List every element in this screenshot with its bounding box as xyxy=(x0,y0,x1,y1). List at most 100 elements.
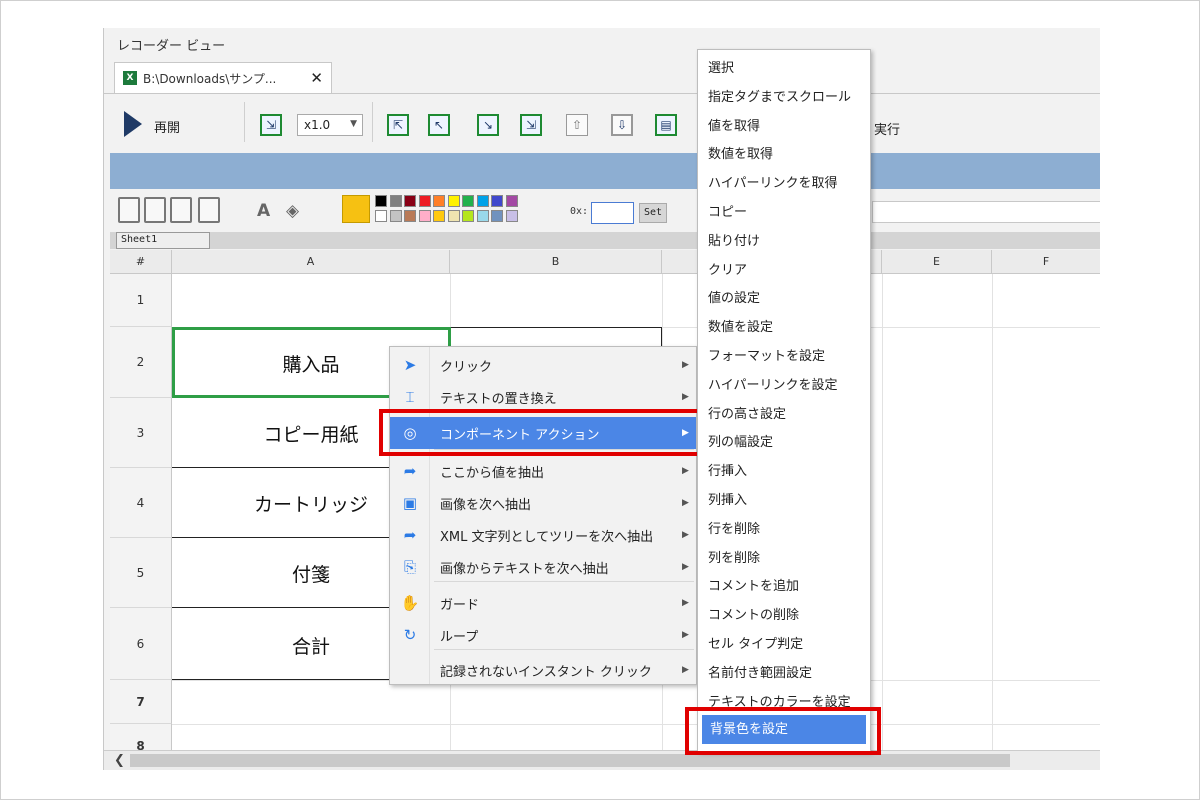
submenu-item[interactable]: 数値を取得 xyxy=(698,140,870,169)
color-swatch[interactable] xyxy=(476,195,489,207)
color-swatch[interactable] xyxy=(462,195,474,207)
submenu-item[interactable]: 名前付き範囲設定 xyxy=(698,659,870,688)
font-color-icon[interactable]: A xyxy=(257,201,270,221)
paste-icon[interactable] xyxy=(198,197,220,223)
submenu-item[interactable]: ハイパーリンクを設定 xyxy=(698,371,870,400)
color-swatch[interactable] xyxy=(476,210,489,222)
color-swatch[interactable] xyxy=(433,210,445,222)
arrow-up-icon[interactable]: ⇧ xyxy=(566,114,588,136)
hex-input[interactable] xyxy=(591,202,634,224)
grid-line xyxy=(172,724,1100,725)
row-header-6[interactable]: 6 xyxy=(110,608,172,680)
loop-icon: ↻ xyxy=(403,626,417,644)
chevron-right-icon: ▶ xyxy=(682,466,689,476)
column-header-a[interactable]: A xyxy=(172,250,450,274)
submenu-item[interactable]: コピー xyxy=(698,198,870,227)
color-swatch[interactable] xyxy=(447,210,460,222)
annotation-highlight-box xyxy=(379,409,709,456)
sheet-tab[interactable]: Sheet1 xyxy=(116,232,210,249)
save-icon[interactable] xyxy=(118,197,140,223)
record-target-icon[interactable]: ⇲ xyxy=(260,114,282,136)
submenu-item[interactable]: コメントの削除 xyxy=(698,601,870,630)
document-tab[interactable]: X B:\Downloads\サンプ... ✕ xyxy=(114,62,332,93)
set-button[interactable]: Set xyxy=(639,203,667,223)
submenu-item[interactable]: 貼り付け xyxy=(698,227,870,256)
scroll-thumb[interactable] xyxy=(130,754,1010,767)
color-swatch[interactable] xyxy=(418,210,431,222)
resume-button[interactable]: 再開 xyxy=(154,117,180,136)
color-swatch[interactable] xyxy=(491,210,503,222)
submenu-item[interactable]: クリア xyxy=(698,256,870,285)
submenu-item[interactable]: 値の設定 xyxy=(698,284,870,313)
submenu-item[interactable]: 行挿入 xyxy=(698,457,870,486)
context-menu-item-label: テキストの置き換え xyxy=(440,391,557,407)
context-menu-item[interactable]: ➦ XML 文字列としてツリーを次へ抽出 ▶ xyxy=(390,519,696,551)
context-menu-item[interactable]: ✋ ガード ▶ xyxy=(390,587,696,619)
submenu-item[interactable]: セル タイプ判定 xyxy=(698,630,870,659)
play-icon[interactable] xyxy=(124,111,142,137)
color-swatch[interactable] xyxy=(505,210,518,222)
context-menu-item-label: XML 文字列としてツリーを次へ抽出 xyxy=(440,529,654,545)
move-top-left-icon[interactable]: ⇱ xyxy=(387,114,409,136)
submenu-item[interactable]: 数値を設定 xyxy=(698,313,870,342)
formula-field[interactable] xyxy=(872,201,1100,223)
submenu-item[interactable]: フォーマットを設定 xyxy=(698,342,870,371)
color-swatch[interactable] xyxy=(491,195,503,207)
submenu-item[interactable]: 列を削除 xyxy=(698,544,870,573)
color-swatch[interactable] xyxy=(505,195,518,207)
speed-value: x1.0 xyxy=(304,118,331,132)
speed-select[interactable]: x1.0 ▼ xyxy=(297,114,363,136)
selected-color-swatch[interactable] xyxy=(342,195,370,223)
move-up-left-icon[interactable]: ↖ xyxy=(428,114,450,136)
scroll-left-icon[interactable]: ❮ xyxy=(114,753,125,768)
context-menu-item-label: ループ xyxy=(440,629,479,645)
context-menu-item[interactable]: ➦ ここから値を抽出 ▶ xyxy=(390,455,696,487)
run-label[interactable]: 実行 xyxy=(874,119,900,138)
context-menu-item[interactable]: ⎘ 画像からテキストを次へ抽出 ▶ xyxy=(390,551,696,583)
submenu-item[interactable]: 値を取得 xyxy=(698,112,870,141)
context-menu-item-label: ここから値を抽出 xyxy=(440,465,545,481)
save-as-icon[interactable] xyxy=(144,197,166,223)
color-swatch[interactable] xyxy=(447,195,460,207)
color-swatch[interactable] xyxy=(375,195,387,207)
submenu-item[interactable]: 行の高さ設定 xyxy=(698,400,870,429)
color-swatch[interactable] xyxy=(375,210,387,222)
submenu-item[interactable]: コメントを追加 xyxy=(698,572,870,601)
context-menu-item[interactable]: ↻ ループ ▶ xyxy=(390,619,696,651)
color-swatch[interactable] xyxy=(389,195,402,207)
submenu-item[interactable]: 選択 xyxy=(698,54,870,83)
row-header-1[interactable]: 1 xyxy=(110,274,172,327)
format-bar: A ◈ 0x: Set xyxy=(104,191,1100,231)
context-menu-item[interactable]: ▣ 画像を次へ抽出 ▶ xyxy=(390,487,696,519)
context-menu-item[interactable]: 記録されないインスタント クリック ▶ xyxy=(390,654,696,686)
submenu-item[interactable]: 列の幅設定 xyxy=(698,428,870,457)
submenu-item[interactable]: 列挿入 xyxy=(698,486,870,515)
column-header-e[interactable]: E xyxy=(882,250,992,274)
row-header-4[interactable]: 4 xyxy=(110,468,172,538)
submenu-item[interactable]: 行を削除 xyxy=(698,515,870,544)
submenu-item[interactable]: 指定タグまでスクロール xyxy=(698,83,870,112)
fill-bucket-icon[interactable]: ◈ xyxy=(286,201,299,221)
row-header-7[interactable]: 7 xyxy=(110,680,172,724)
copy-icon[interactable] xyxy=(170,197,192,223)
document-icon[interactable]: ▤ xyxy=(655,114,677,136)
color-swatch[interactable] xyxy=(418,195,431,207)
move-bottom-right-icon[interactable]: ⇲ xyxy=(520,114,542,136)
horizontal-scrollbar[interactable]: ❮ xyxy=(104,750,1100,770)
column-header-f[interactable]: F xyxy=(992,250,1100,274)
color-swatch[interactable] xyxy=(404,210,416,222)
column-header-b[interactable]: B xyxy=(450,250,662,274)
color-swatch[interactable] xyxy=(433,195,445,207)
row-header-8[interactable]: 8 xyxy=(110,724,172,750)
color-swatch[interactable] xyxy=(462,210,474,222)
context-menu-item[interactable]: ➤ クリック ▶ xyxy=(390,349,696,381)
color-swatch[interactable] xyxy=(389,210,402,222)
close-icon[interactable]: ✕ xyxy=(302,69,331,87)
row-header-3[interactable]: 3 xyxy=(110,398,172,468)
submenu-item[interactable]: ハイパーリンクを取得 xyxy=(698,169,870,198)
move-down-right-icon[interactable]: ↘ xyxy=(477,114,499,136)
row-header-2[interactable]: 2 xyxy=(110,327,172,398)
color-swatch[interactable] xyxy=(404,195,416,207)
arrow-down-icon[interactable]: ⇩ xyxy=(611,114,633,136)
row-header-5[interactable]: 5 xyxy=(110,538,172,608)
